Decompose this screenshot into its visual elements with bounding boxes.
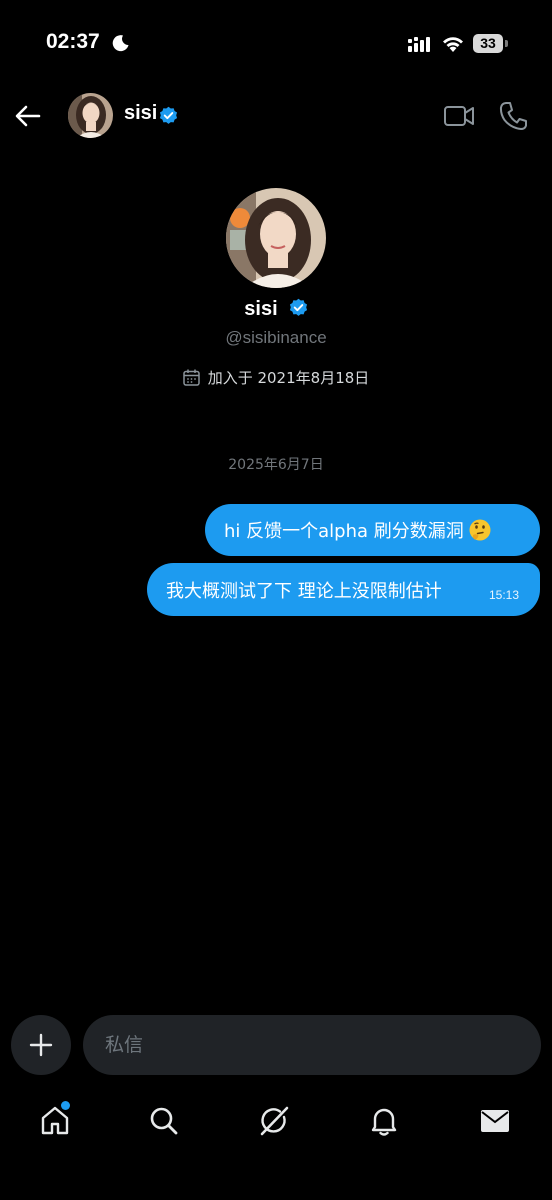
phone-call-icon[interactable] (499, 101, 527, 135)
plus-icon (29, 1033, 53, 1057)
battery-level: 33 (473, 34, 503, 53)
profile-handle: @sisibinance (225, 328, 327, 347)
bottom-navigation (0, 1090, 552, 1150)
profile-joined-row: 加入于 2021年8月18日 (0, 367, 552, 390)
nav-messages[interactable] (475, 1101, 515, 1141)
messages-icon (481, 1110, 509, 1132)
notifications-icon (371, 1108, 397, 1136)
calendar-icon (182, 369, 200, 390)
message-bubble[interactable]: 我大概测试了下 理论上没限制估计 15:13 (147, 563, 540, 616)
nav-notifications[interactable] (364, 1101, 404, 1141)
nav-grok[interactable] (254, 1101, 294, 1141)
verified-badge-icon (289, 298, 308, 321)
conversation-header: sisi (0, 88, 552, 144)
verified-badge-icon (159, 106, 178, 129)
search-icon (150, 1107, 178, 1135)
profile-avatar[interactable] (226, 188, 326, 288)
status-time: 02:37 (46, 30, 100, 53)
thinking-face-icon (468, 518, 492, 547)
add-attachment-button[interactable] (11, 1015, 71, 1075)
message-input[interactable] (83, 1015, 541, 1075)
message-composer (0, 1015, 552, 1077)
wifi-icon (441, 34, 465, 57)
back-arrow-icon[interactable] (14, 102, 42, 134)
message-text: 我大概测试了下 理论上没限制估计 (166, 581, 442, 602)
signal-icon (408, 37, 430, 56)
avatar[interactable] (68, 93, 113, 138)
video-call-icon[interactable] (443, 103, 475, 133)
moon-icon (112, 34, 130, 56)
profile-name-row: sisi (0, 298, 552, 321)
status-bar: 02:37 33 (0, 0, 552, 88)
battery-icon: 33 (473, 34, 509, 53)
profile-name: sisi (244, 298, 278, 320)
nav-home[interactable] (35, 1101, 75, 1141)
date-separator: 2025年6月7日 (228, 457, 324, 473)
message-text: hi 反馈一个alpha 刷分数漏洞 (224, 521, 464, 542)
home-notification-dot (61, 1101, 70, 1110)
joined-date: 加入于 2021年8月18日 (207, 369, 370, 387)
nav-search[interactable] (144, 1101, 184, 1141)
header-name[interactable]: sisi (124, 102, 157, 125)
grok-icon (260, 1106, 289, 1136)
message-timestamp: 15:13 (488, 588, 519, 602)
message-bubble[interactable]: hi 反馈一个alpha 刷分数漏洞 (205, 504, 540, 556)
